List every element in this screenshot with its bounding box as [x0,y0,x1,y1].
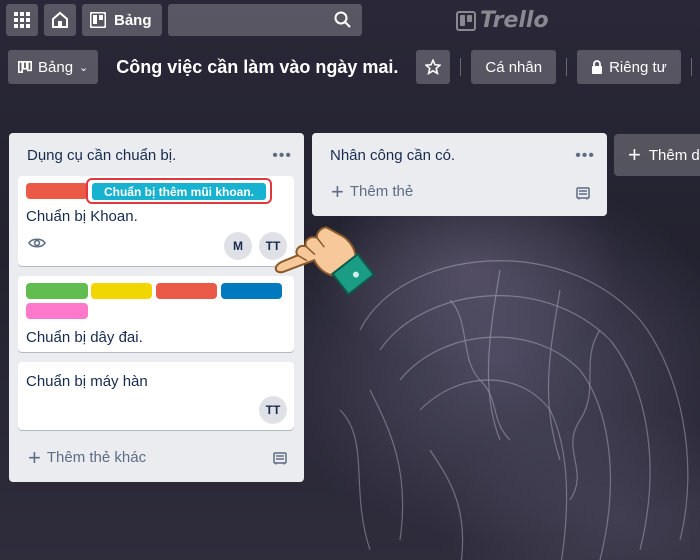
card-day-dai[interactable]: Chuẩn bị dây đai. [18,276,294,352]
label-tooltip-text: Chuẩn bị thêm mũi khoan. [92,183,266,200]
team-button-label: Cá nhân [485,58,543,76]
visibility-button-label: Riêng tư [609,58,667,76]
header-divider [690,58,692,76]
plus-icon: + [28,444,41,470]
card-label[interactable] [26,183,88,199]
chevron-down-icon: ⌄ [79,61,89,74]
card-label[interactable] [26,283,88,299]
board-header: Bảng ⌄ Công việc cần làm vào ngày mai. C… [8,50,700,84]
add-list-label: Thêm d [648,146,700,164]
card-template-icon[interactable] [273,451,287,465]
card-may-han[interactable]: Chuẩn bị máy hàn TT [18,362,294,430]
star-button[interactable] [416,50,451,84]
list-title[interactable]: Nhân công cần có. [330,147,455,164]
board-view-switcher[interactable]: Bảng ⌄ [8,50,99,84]
home-button[interactable] [44,4,76,36]
card-title: Chuẩn bị dây đai. [26,329,143,346]
list-header: Dụng cụ cần chuẩn bị. ••• [9,133,304,172]
list-menu-icon[interactable]: ••• [575,147,595,163]
board-view-label: Bảng [38,58,74,76]
grid-icon [14,12,30,28]
eye-icon [28,238,46,248]
add-card-label: Thêm thẻ khác [46,449,147,466]
member-avatar[interactable]: M [224,232,252,260]
add-list-button[interactable]: + Thêm d [614,134,700,176]
top-navbar: Bảng Trello [0,0,700,40]
card-label[interactable] [156,283,217,299]
card-label[interactable] [26,303,88,319]
board-icon [90,12,106,28]
label-tooltip: Chuẩn bị thêm mũi khoan. [86,178,272,204]
board-view-icon [18,61,32,73]
boards-button-label: Bảng [114,11,152,29]
list-header: Nhân công cần có. ••• [312,133,607,172]
trello-logo-icon [456,10,476,31]
card-title: Chuẩn bị Khoan. [26,208,138,225]
home-icon [52,11,68,28]
board-title[interactable]: Công việc cần làm vào ngày mai. [108,57,406,78]
pointing-hand-icon [274,226,376,296]
plus-icon: + [628,142,641,167]
search-input[interactable] [167,4,362,36]
list-menu-icon[interactable]: ••• [272,147,292,163]
star-icon [425,59,442,75]
trello-logo[interactable]: Trello [456,8,549,33]
lock-icon [592,60,603,74]
card-label[interactable] [91,283,152,299]
search-icon [334,11,351,28]
trello-logo-text: Trello [480,8,549,33]
boards-button[interactable]: Bảng [82,4,162,36]
add-card-button[interactable]: + Thêm thẻ khác [28,444,147,470]
header-divider [566,58,568,76]
card-title: Chuẩn bị máy hàn [26,373,148,390]
apps-button[interactable] [6,4,38,36]
list-title[interactable]: Dụng cụ cần chuẩn bị. [27,147,176,164]
member-avatar[interactable]: TT [259,396,287,424]
card-template-icon[interactable] [576,186,590,200]
header-divider [460,58,462,76]
team-button[interactable]: Cá nhân [471,50,557,84]
visibility-button[interactable]: Riêng tư [577,50,681,84]
